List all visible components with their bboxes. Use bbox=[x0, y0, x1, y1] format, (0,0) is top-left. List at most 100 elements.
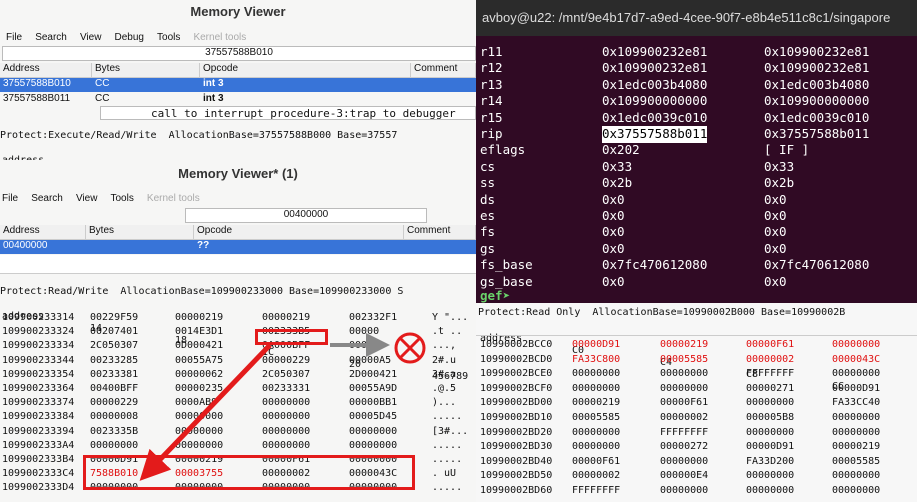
hex-row[interactable]: 109900233374 00000229 0000AB9 00000000 00000… bbox=[0, 397, 476, 409]
hex-row[interactable]: 109900233354 00233381 00000062 2C050307 2D00… bbox=[0, 369, 476, 381]
row-address: 37557588B011 bbox=[3, 93, 71, 104]
protect-info: Protect:Execute/Read/Write AllocationBas… bbox=[0, 130, 398, 141]
row-dword: 00000271 bbox=[746, 382, 795, 394]
hex-row[interactable]: 109900233384 00000008 00000000 00000000 0000… bbox=[0, 411, 476, 423]
row-address: 10990002BD60 bbox=[480, 485, 553, 496]
hex-row[interactable]: 10990002BD60 FFFFFFFF 00000000 00000000 0000… bbox=[476, 485, 917, 497]
row-dword: 00000219 bbox=[660, 339, 709, 350]
hex-row[interactable]: 109900233344 00233285 00055A75 00000229 0000… bbox=[0, 355, 476, 367]
hex-row[interactable]: 10990002BCC0 00000D91 00000219 00000F61 0000… bbox=[476, 339, 917, 351]
row-dword: 00000000 bbox=[832, 470, 881, 482]
register-row: r11 0x109900232e81 0x109900232e81 bbox=[480, 44, 917, 61]
register-row: cs 0x33 0x33 bbox=[480, 159, 917, 176]
hex-row[interactable]: 109900233364 00400BFF 00000235 00233331 0005… bbox=[0, 383, 476, 395]
row-dword: 00055A9D bbox=[349, 383, 398, 394]
row-address: 1099002333B4 bbox=[2, 454, 75, 465]
window-title: Memory Viewer bbox=[190, 4, 286, 19]
row-dword: 00000000 bbox=[572, 382, 621, 394]
hex-row[interactable]: 10990002BD00 00000219 00000F61 00000000 FA33… bbox=[476, 397, 917, 409]
register-value: 0x7fc470612080 bbox=[764, 257, 870, 273]
row-dword: 00000000 bbox=[746, 397, 795, 409]
hex-row[interactable]: 109900233324 00207401 0014E3D1 002333B5 0000… bbox=[0, 326, 476, 338]
row-dword: 00000000 bbox=[660, 455, 709, 467]
disasm-row[interactable]: 37557588B011 CC int 3 bbox=[0, 93, 476, 104]
col-opcode[interactable]: Opcode bbox=[194, 225, 404, 239]
register-name: rip bbox=[480, 126, 503, 141]
hex-row[interactable]: 10990002BD50 00000002 000000E4 00000000 0000… bbox=[476, 470, 917, 482]
register-name: fs bbox=[480, 224, 496, 240]
register-value: 0x109900232e81 bbox=[764, 44, 870, 59]
row-dword: 00000000 bbox=[832, 339, 881, 350]
hex-row[interactable]: 1099002333A4 00000000 00000000 00000000 0000… bbox=[0, 440, 476, 452]
row-dword: 002332F1 bbox=[349, 312, 398, 323]
disasm-empty-area bbox=[0, 255, 476, 274]
hex-row[interactable]: 10990002BD40 00000F61 00000000 FA33D200 0000… bbox=[476, 456, 917, 468]
hex-row[interactable]: 10990002BCE0 00000000 00000000 FFFFFFFF 0000… bbox=[476, 368, 917, 380]
row-address: 109900233374 bbox=[2, 397, 75, 409]
col-address[interactable]: Address bbox=[0, 225, 86, 239]
row-address: 10990002BCF0 bbox=[480, 382, 553, 394]
memory-viewer-window: Memory Viewer File Search View Debug Too… bbox=[0, 0, 476, 202]
menu-search[interactable]: Search bbox=[35, 32, 67, 43]
col-bytes[interactable]: Bytes bbox=[92, 63, 200, 77]
row-dword: 00233381 bbox=[90, 368, 139, 380]
row-address: 10990002BD50 bbox=[480, 470, 553, 482]
register-value: 0x7fc470612080 bbox=[602, 257, 708, 273]
hex-row[interactable]: 109900233334 2C050307 0D000421 0A000BFF 0000… bbox=[0, 340, 476, 352]
row-dword: 00229F59 bbox=[90, 312, 139, 323]
hex-row[interactable]: 109900233314 00229F59 00000219 00000219 0023… bbox=[0, 312, 476, 324]
row-dword: 00000BB1 bbox=[349, 397, 398, 409]
hex-row[interactable]: 10990002BD30 00000000 00000272 00000D91 0000… bbox=[476, 441, 917, 453]
disasm-row-selected[interactable]: 00400000 ?? bbox=[0, 240, 476, 254]
col-comment[interactable]: Comment bbox=[404, 225, 476, 239]
row-address: 00400000 bbox=[3, 240, 48, 251]
col-bytes[interactable]: Bytes bbox=[86, 225, 194, 239]
register-value: 0x0 bbox=[764, 224, 787, 240]
register-row: r15 0x1edc0039c010 0x1edc0039c010 bbox=[480, 110, 917, 127]
row-address: 109900233334 bbox=[2, 340, 75, 352]
address-field[interactable]: 37557588B010 bbox=[2, 46, 476, 61]
row-ascii: 2#.u bbox=[432, 354, 457, 366]
register-name: r11 bbox=[480, 44, 503, 59]
row-dword: 0000AB9 bbox=[175, 397, 218, 409]
menu-view[interactable]: View bbox=[80, 32, 102, 43]
row-address: 109900233344 bbox=[2, 354, 75, 366]
disasm-row-selected[interactable]: 37557588B010 CC int 3 bbox=[0, 78, 476, 92]
row-dword: 00000002 bbox=[746, 353, 795, 365]
row-dword: 00000F61 bbox=[572, 455, 621, 467]
row-address: 1099002333D4 bbox=[2, 482, 75, 494]
row-dword: 00000000 bbox=[175, 411, 224, 423]
hex-row[interactable]: 10990002BCF0 00000000 00000000 00000271 0000… bbox=[476, 383, 917, 395]
col-address[interactable]: Address bbox=[0, 63, 92, 77]
register-name: gs bbox=[480, 240, 496, 256]
col-comment[interactable]: Comment bbox=[411, 63, 476, 77]
register-row: gs_base 0x0 0x0 bbox=[480, 274, 917, 291]
row-dword: 00000229 bbox=[262, 354, 311, 366]
col-opcode[interactable]: Opcode bbox=[200, 63, 411, 77]
row-dword: 00000062 bbox=[175, 368, 224, 380]
menu-debug[interactable]: Debug bbox=[115, 32, 144, 43]
register-row: ss 0x2b 0x2b bbox=[480, 175, 917, 192]
hex-header: address C0 C4 C8 CC bbox=[476, 321, 917, 392]
hex-row[interactable]: 109900233394 0023335B 00000000 00000000 0000… bbox=[0, 426, 476, 438]
register-value: 0x0 bbox=[602, 191, 625, 207]
register-row: r12 0x109900232e81 0x109900232e81 bbox=[480, 60, 917, 77]
row-address: 10990002BCC0 bbox=[480, 339, 553, 350]
row-dword: 00000000 bbox=[746, 426, 795, 438]
address-field[interactable]: 00400000 bbox=[185, 208, 427, 223]
row-dword: 00000000 bbox=[175, 425, 224, 437]
menu-tools[interactable]: Tools bbox=[157, 32, 180, 43]
hex-row[interactable]: 10990002BD20 00000000 FFFFFFFF 00000000 0000… bbox=[476, 427, 917, 439]
hex-row[interactable]: 10990002BCD0 FA33C800 00005585 00000002 0000… bbox=[476, 354, 917, 366]
register-name: es bbox=[480, 208, 496, 223]
menu-file[interactable]: File bbox=[6, 32, 22, 43]
menu-view[interactable]: View bbox=[76, 193, 98, 204]
hex-row[interactable]: 10990002BD10 00005585 00000002 000005B8 0000… bbox=[476, 412, 917, 424]
register-value: 0x0 bbox=[602, 224, 625, 240]
row-dword: 000005B8 bbox=[746, 412, 795, 423]
register-name: ds bbox=[480, 191, 496, 207]
menu-tools[interactable]: Tools bbox=[111, 193, 134, 204]
menu-file[interactable]: File bbox=[2, 193, 18, 204]
menu-search[interactable]: Search bbox=[31, 193, 63, 204]
row-dword: 00000000 bbox=[572, 368, 621, 380]
